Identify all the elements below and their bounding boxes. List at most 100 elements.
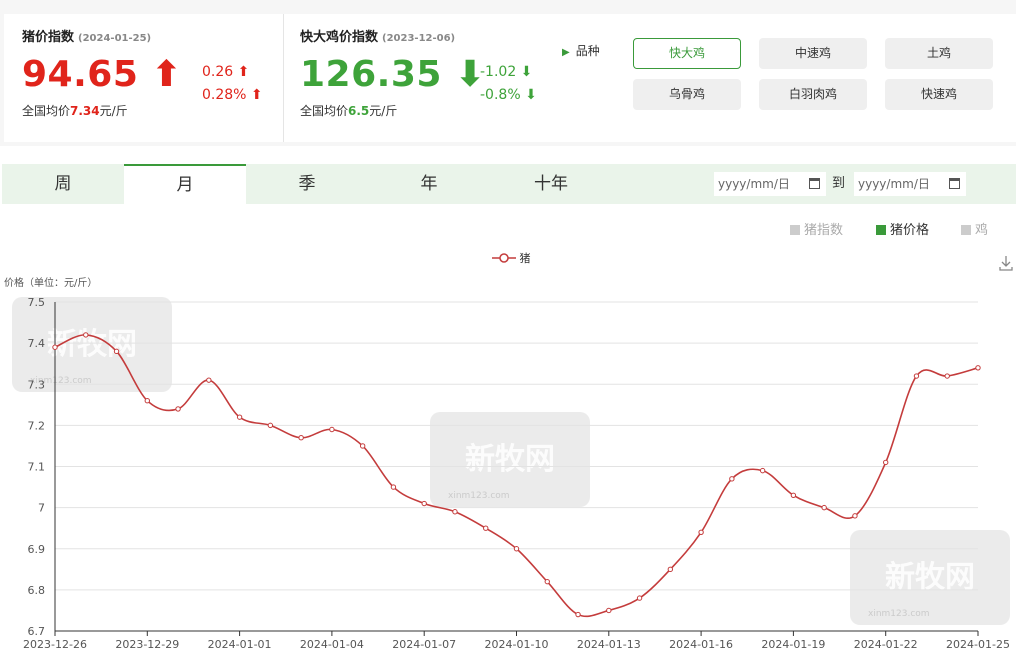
x-tick-label: 2024-01-10	[485, 638, 549, 651]
data-point	[113, 348, 120, 355]
data-point	[175, 406, 181, 412]
chart-legend[interactable]: 猪	[492, 250, 531, 266]
variety-button-4[interactable]: 白羽肉鸡	[759, 79, 867, 110]
data-point	[421, 500, 427, 507]
tab-month[interactable]: 月	[124, 164, 246, 204]
data-point	[329, 426, 335, 433]
pig-index-title: 猪价指数 (2024-01-25)	[22, 26, 151, 45]
toggle-chicken-label: 鸡	[975, 223, 989, 238]
data-point	[944, 373, 950, 379]
chicken-avg-price: 全国均价6.5元/斤	[300, 102, 397, 119]
data-point	[298, 435, 304, 441]
x-tick-label: 2024-01-04	[300, 638, 364, 651]
x-tick-label: 2023-12-26	[23, 638, 87, 651]
data-point	[883, 459, 889, 466]
checkbox-icon	[790, 225, 800, 235]
chicken-avg-value: 6.5	[348, 104, 370, 118]
triangle-right-icon: ▶	[562, 47, 570, 58]
y-tick-label: 6.8	[28, 584, 46, 597]
data-point	[913, 373, 920, 379]
pig-index-change-abs: 0.26 ⬆	[202, 64, 250, 80]
tab-week[interactable]: 周	[2, 164, 124, 204]
x-tick-label: 2024-01-13	[577, 638, 641, 651]
price-line-chart: 价格（单位：元/斤） 6.7 6.8 6.9 7 7.1 7.2 7.3 7.4 7.5 2023-…	[4, 276, 1010, 651]
data-point	[667, 566, 674, 573]
chicken-index-value: 126.35 ⬇	[300, 54, 486, 95]
end-date-input[interactable]: yyyy/mm/日	[854, 172, 966, 196]
toggle-pig-index-label: 猪指数	[804, 223, 844, 238]
y-tick-label: 7.2	[28, 419, 46, 432]
calendar-icon[interactable]	[809, 178, 820, 189]
chicken-index-change-abs: -1.02 ⬇	[480, 64, 533, 80]
tab-quarter[interactable]: 季	[246, 164, 368, 204]
calendar-icon[interactable]	[949, 178, 960, 189]
data-point	[359, 443, 366, 449]
data-point	[759, 467, 766, 474]
x-tick-label: 2024-01-22	[854, 638, 918, 651]
chicken-index-title: 快大鸡价指数 (2023-12-06)	[300, 26, 455, 45]
data-point	[636, 595, 643, 601]
up-arrow-icon: ⬆	[151, 54, 183, 95]
tab-year[interactable]: 年	[368, 164, 490, 204]
checkbox-icon	[876, 225, 886, 235]
period-tabs: 周 月 季 年 十年 yyyy/mm/日 到 yyyy/mm/日	[2, 164, 1016, 204]
variety-label-text: 品种	[575, 44, 600, 58]
toggle-pig-index[interactable]: 猪指数	[790, 219, 843, 238]
pig-index-number: 94.65	[22, 54, 139, 95]
chicken-index-date: (2023-12-06)	[382, 33, 456, 44]
chicken-avg-prefix: 全国均价	[300, 104, 349, 118]
variety-button-0[interactable]: 快大鸡	[633, 38, 741, 69]
pig-index-label: 猪价指数	[22, 30, 75, 45]
y-tick-label: 6.7	[28, 625, 46, 638]
data-point	[544, 578, 550, 585]
y-tick-label: 6.9	[28, 543, 46, 556]
toggle-pig-price-label: 猪价格	[890, 223, 930, 238]
toggle-chicken[interactable]: 鸡	[961, 219, 988, 238]
data-point	[236, 414, 243, 420]
pig-index-card: 猪价指数 (2024-01-25) 94.65 ⬆ 0.26 ⬆ 0.28% ⬆ …	[4, 14, 284, 142]
toggle-pig-price[interactable]: 猪价格	[876, 219, 929, 238]
start-date-input[interactable]: yyyy/mm/日	[714, 172, 826, 196]
x-tick-label: 2024-01-25	[946, 638, 1010, 651]
data-point	[452, 509, 458, 515]
data-point	[206, 377, 212, 383]
data-point	[52, 344, 58, 350]
tab-ten-years[interactable]: 十年	[490, 164, 612, 204]
pig-avg-value: 7.34	[70, 104, 100, 118]
variety-button-2[interactable]: 土鸡	[885, 38, 993, 69]
pig-index-change-pct: 0.28% ⬆	[202, 87, 263, 103]
download-icon[interactable]	[999, 255, 1013, 271]
x-tick-label: 2024-01-16	[669, 638, 733, 651]
data-point	[790, 492, 797, 498]
data-point	[606, 607, 612, 614]
chicken-index-change-pct: -0.8% ⬇	[480, 87, 537, 103]
series-line-pig	[54, 334, 979, 618]
variety-label: ▶ 品种	[562, 42, 600, 59]
pig-avg-unit: 元/斤	[99, 104, 128, 118]
variety-button-1[interactable]: 中速鸡	[759, 38, 867, 69]
y-axis-label: 价格（单位：元/斤）	[4, 276, 97, 289]
chicken-index-card: 快大鸡价指数 (2023-12-06) 126.35 ⬇ -1.02 ⬇ -0.8…	[284, 14, 1016, 142]
pig-avg-price: 全国均价7.34元/斤	[22, 102, 128, 119]
variety-button-3[interactable]: 乌骨鸡	[633, 79, 741, 110]
data-point	[144, 398, 151, 404]
data-point	[483, 525, 489, 531]
x-tick-label: 2023-12-29	[115, 638, 179, 651]
data-point	[975, 365, 981, 371]
variety-button-5[interactable]: 快速鸡	[885, 79, 993, 110]
pig-index-date: (2024-01-25)	[78, 33, 152, 44]
y-tick-label: 7.4	[28, 337, 46, 350]
chicken-index-label: 快大鸡价指数	[300, 30, 379, 45]
y-tick-label: 7.5	[28, 296, 46, 309]
data-point	[852, 513, 858, 519]
legend-series-label: 猪	[519, 252, 531, 265]
x-tick-label: 2024-01-01	[208, 638, 272, 651]
start-date-placeholder: yyyy/mm/日	[718, 177, 790, 191]
legend-line-icon	[492, 253, 516, 263]
data-point	[267, 422, 274, 429]
data-point	[698, 529, 704, 535]
data-point	[390, 484, 397, 490]
data-point	[83, 332, 89, 338]
chicken-index-number: 126.35	[300, 54, 442, 95]
pig-index-value: 94.65 ⬆	[22, 54, 182, 95]
